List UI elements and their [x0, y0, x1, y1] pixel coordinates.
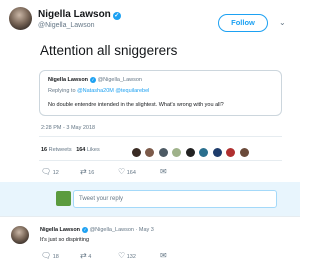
liker-avatar[interactable]	[239, 148, 249, 157]
retweet-action[interactable]: ⇄ 16	[80, 167, 94, 177]
divider	[0, 216, 300, 217]
liker-avatar[interactable]	[132, 148, 141, 157]
reply-tweet-text: It's just so dispiriting	[40, 237, 90, 243]
retweet-icon: ⇄	[80, 251, 87, 260]
quoted-replying-to: Replying to @Natasha20M @tequilarebel	[48, 88, 150, 94]
liker-avatar[interactable]	[172, 148, 182, 157]
liker-avatar[interactable]	[199, 148, 209, 157]
quoted-tweet[interactable]: Nigella Lawson ✓ @Nigella_Lawson Replying…	[39, 70, 282, 116]
reply-message-action[interactable]: ✉	[160, 252, 167, 260]
author-name[interactable]: Nigella Lawson ✓	[38, 9, 121, 20]
message-icon: ✉	[160, 251, 167, 260]
reply-action[interactable]: 🗨 12	[41, 167, 59, 177]
verified-icon: ✓	[112, 12, 121, 20]
liker-avatar[interactable]	[145, 148, 155, 157]
liker-avatar[interactable]	[158, 148, 168, 157]
reply-author-avatar[interactable]	[11, 226, 29, 244]
reply-icon: 🗨	[41, 251, 52, 260]
reply-icon: 🗨	[41, 167, 52, 176]
liker-avatar[interactable]	[212, 148, 222, 157]
user-avatar	[56, 191, 71, 206]
tweet-timestamp[interactable]: 2:28 PM - 3 May 2018	[41, 125, 95, 131]
message-icon: ✉	[160, 167, 167, 176]
author-avatar[interactable]	[9, 7, 32, 30]
author-handle[interactable]: @Nigella_Lawson	[38, 22, 95, 29]
tweet-text: Attention all sniggerers	[40, 43, 178, 58]
message-action[interactable]: ✉	[160, 168, 167, 176]
like-action[interactable]: ♡ 164	[118, 167, 136, 177]
verified-icon: ✓	[82, 227, 89, 233]
chevron-down-icon[interactable]: ⌄	[279, 19, 286, 27]
verified-icon: ✓	[90, 77, 97, 83]
liker-avatar[interactable]	[226, 148, 236, 157]
reply-composer: Tweet your reply	[0, 182, 300, 216]
heart-icon: ♡	[118, 251, 126, 260]
quoted-author: Nigella Lawson ✓ @Nigella_Lawson	[48, 77, 142, 83]
reply-like-action[interactable]: ♡ 132	[118, 251, 136, 261]
reply-reply-action[interactable]: 🗨 18	[41, 251, 59, 261]
liker-avatar[interactable]	[185, 148, 195, 157]
reply-input[interactable]: Tweet your reply	[73, 190, 277, 208]
follow-button[interactable]: Follow	[218, 14, 268, 32]
heart-icon: ♡	[118, 167, 126, 176]
divider	[39, 160, 282, 161]
quoted-tweet-text: No double entendre intended in the sligh…	[48, 102, 224, 108]
retweet-icon: ⇄	[80, 167, 87, 176]
tweet-stats: 16 Retweets 164 Likes	[41, 147, 100, 153]
divider	[39, 136, 282, 137]
reply-retweet-action[interactable]: ⇄ 4	[80, 251, 91, 261]
reply-header: Nigella Lawson ✓ @Nigella_Lawson · May 3	[40, 227, 154, 233]
